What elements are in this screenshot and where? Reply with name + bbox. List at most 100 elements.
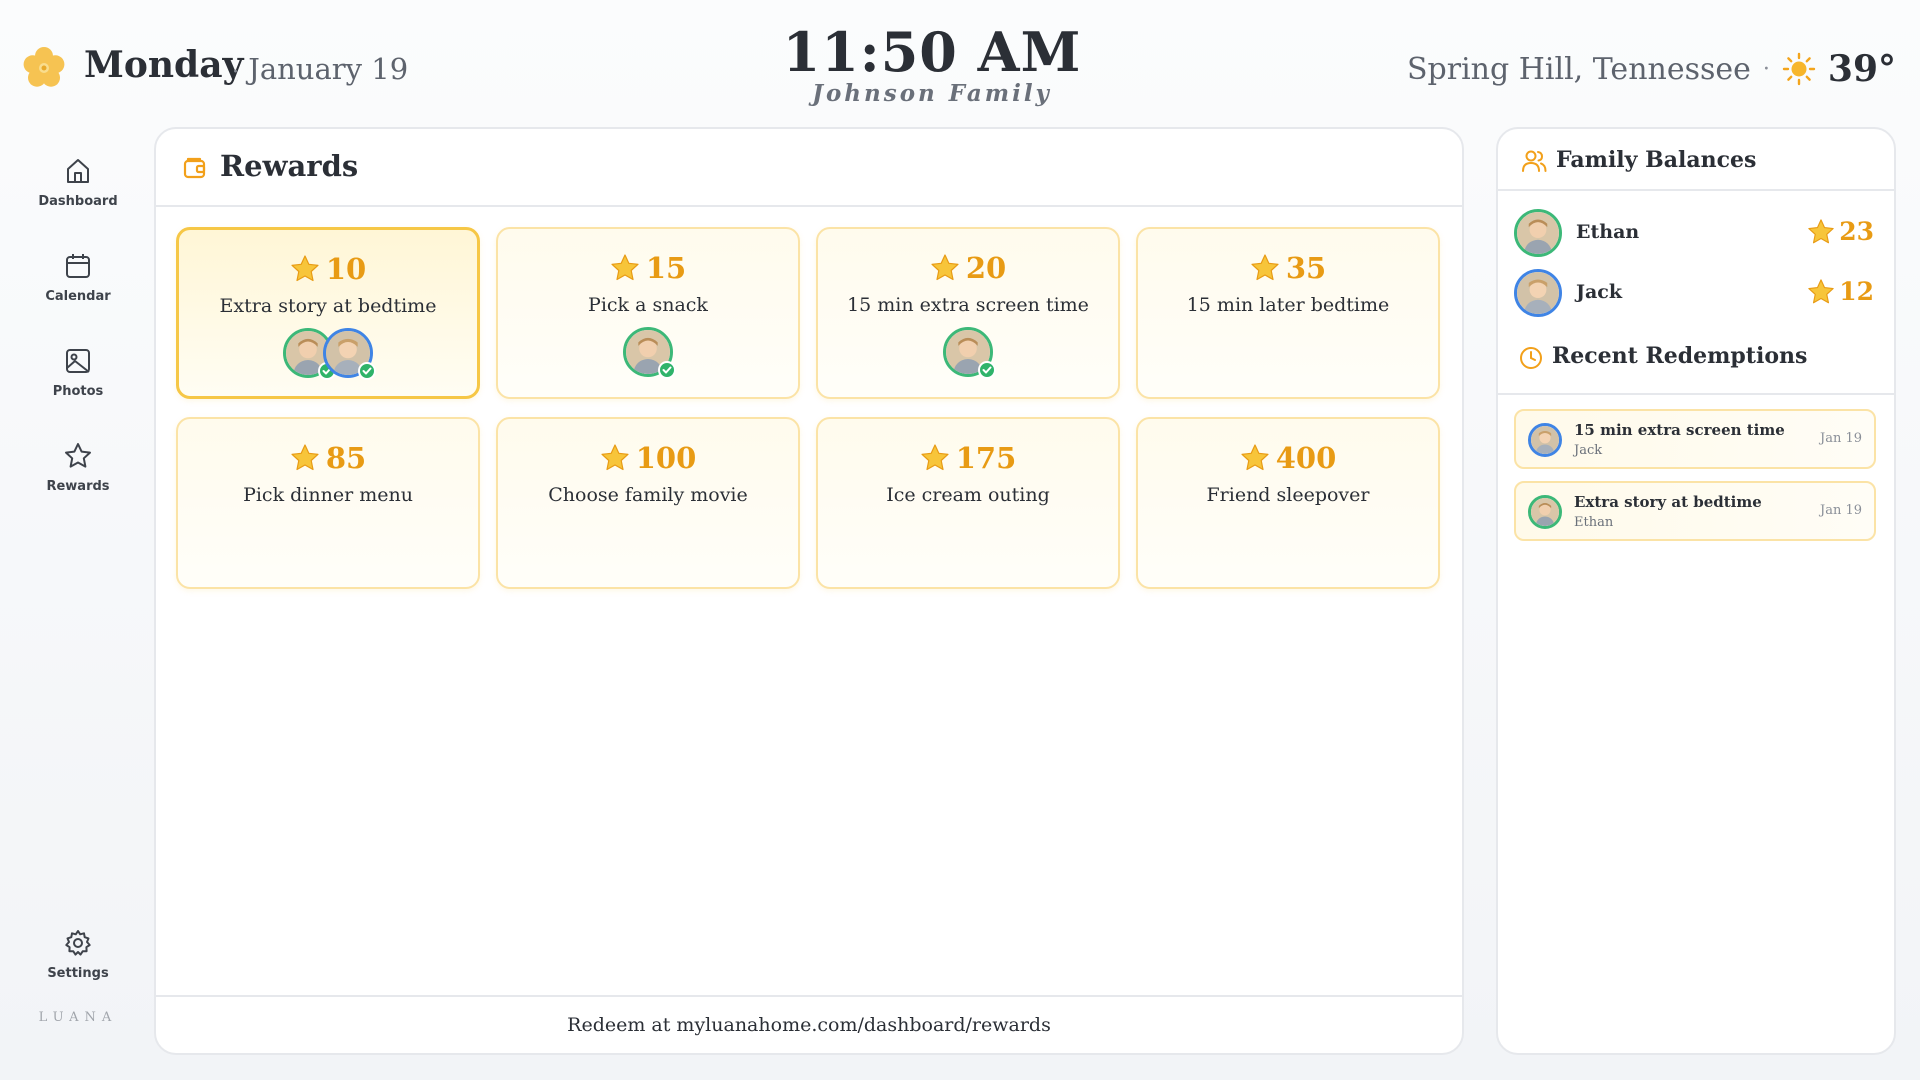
reward-title: Pick dinner menu: [243, 484, 413, 506]
nav-dashboard[interactable]: Dashboard: [0, 156, 156, 209]
star-icon: [65, 443, 91, 468]
balance-row-jack[interactable]: Jack 12: [1514, 269, 1874, 321]
reward-points: 10: [179, 252, 477, 286]
member-balance-value: 23: [1839, 217, 1874, 246]
avatar-ethan: [1528, 495, 1562, 529]
member-balance: 23: [1807, 217, 1874, 246]
redemption-item[interactable]: 15 min extra screen time Jack Jan 19: [1514, 409, 1876, 469]
star-icon: [1241, 444, 1269, 471]
avatar-ethan: [623, 327, 676, 379]
reward-points: 100: [498, 441, 798, 475]
nav-photos-label: Photos: [52, 384, 104, 399]
star-icon: [1808, 278, 1834, 303]
nav-photos[interactable]: Photos: [0, 346, 156, 399]
member-name: Ethan: [1576, 221, 1640, 243]
weather-widget: Spring Hill, Tennessee · 39°: [1407, 48, 1896, 90]
star-icon: [611, 254, 639, 281]
avatar-jack: [1514, 269, 1562, 317]
balance-row-ethan[interactable]: Ethan 23: [1514, 209, 1874, 261]
nav-calendar[interactable]: Calendar: [0, 251, 156, 304]
reward-points: 35: [1138, 251, 1438, 285]
wallet-icon: [183, 157, 206, 179]
nav-dashboard-label: Dashboard: [38, 194, 118, 209]
reward-points-value: 175: [955, 441, 1017, 475]
reward-points: 20: [818, 251, 1118, 285]
star-icon: [1251, 254, 1279, 281]
balances-panel: Family Balances Ethan 23 Jack 12 Recent …: [1496, 127, 1896, 1055]
redemption-reward: Extra story at bedtime: [1574, 493, 1762, 511]
reward-card[interactable]: 20 15 min extra screen time: [816, 227, 1120, 399]
reward-points-value: 85: [325, 441, 367, 475]
star-icon: [291, 444, 319, 471]
recent-header: Recent Redemptions: [1498, 339, 1894, 395]
calendar-icon: [66, 254, 90, 278]
reward-title: 15 min extra screen time: [847, 294, 1089, 316]
reward-points-value: 35: [1285, 251, 1327, 285]
brand-wordmark: LUANA: [38, 1010, 118, 1025]
reward-title: Friend sleepover: [1206, 484, 1370, 506]
clock-icon: [1520, 347, 1542, 369]
reward-card[interactable]: 15 Pick a snack: [496, 227, 800, 399]
redemption-date: Jan 19: [1819, 503, 1862, 518]
redemption-member: Jack: [1574, 443, 1603, 458]
check-icon: [978, 361, 996, 379]
child-avatar-icon: [1528, 495, 1562, 529]
avatar-ethan: [1514, 209, 1562, 257]
nav-settings-label: Settings: [47, 966, 109, 981]
redemption-item[interactable]: Extra story at bedtime Ethan Jan 19: [1514, 481, 1876, 541]
star-icon: [931, 254, 959, 281]
nav-settings[interactable]: Settings: [0, 928, 156, 981]
star-icon: [601, 444, 629, 471]
rewards-header: Rewards: [156, 129, 1462, 207]
redeemed-avatars: [179, 328, 477, 380]
star-icon: [291, 255, 319, 282]
nav-rewards[interactable]: Rewards: [0, 441, 156, 494]
reward-points: 85: [178, 441, 478, 475]
sun-icon: [1782, 52, 1816, 86]
reward-title: Choose family movie: [548, 484, 748, 506]
reward-card[interactable]: 10 Extra story at bedtime: [176, 227, 480, 399]
redemption-reward: 15 min extra screen time: [1574, 421, 1785, 439]
reward-card[interactable]: 35 15 min later bedtime: [1136, 227, 1440, 399]
redemption-date: Jan 19: [1819, 431, 1862, 446]
child-avatar-icon: [1514, 269, 1562, 317]
avatar-jack: [1528, 423, 1562, 457]
reward-points-value: 10: [325, 252, 367, 286]
image-icon: [66, 349, 90, 373]
redeem-url-footer: Redeem at myluanahome.com/dashboard/rewa…: [156, 995, 1462, 1053]
child-avatar-icon: [1514, 209, 1562, 257]
redeemed-avatars: [498, 327, 798, 379]
people-icon: [1522, 150, 1547, 172]
star-icon: [1808, 218, 1834, 243]
location-label: Spring Hill, Tennessee: [1406, 51, 1751, 87]
avatar-jack: [323, 328, 376, 380]
reward-card[interactable]: 85 Pick dinner menu: [176, 417, 480, 589]
reward-card[interactable]: 100 Choose family movie: [496, 417, 800, 589]
reward-points: 15: [498, 251, 798, 285]
rewards-grid: 10 Extra story at bedtime 15 Pick a snac…: [176, 227, 1442, 589]
rewards-panel: Rewards 10 Extra story at bedtime 15 Pic…: [154, 127, 1464, 1055]
home-icon: [67, 159, 89, 183]
reward-title: Extra story at bedtime: [219, 295, 437, 317]
reward-title: Ice cream outing: [886, 484, 1050, 506]
member-balance: 12: [1807, 277, 1874, 306]
member-balance-value: 12: [1839, 277, 1874, 306]
check-icon: [658, 361, 676, 379]
nav-rewards-label: Rewards: [46, 479, 110, 494]
reward-points-value: 400: [1275, 441, 1337, 475]
recent-title: Recent Redemptions: [1552, 343, 1808, 369]
reward-card[interactable]: 400 Friend sleepover: [1136, 417, 1440, 589]
reward-points-value: 20: [965, 251, 1007, 285]
reward-card[interactable]: 175 Ice cream outing: [816, 417, 1120, 589]
rewards-title: Rewards: [220, 149, 359, 183]
temperature: 39°: [1827, 48, 1896, 90]
star-icon: [921, 444, 949, 471]
reward-points: 400: [1138, 441, 1438, 475]
reward-points-value: 15: [645, 251, 687, 285]
gear-icon: [65, 930, 91, 956]
check-icon: [358, 362, 376, 380]
redeemed-avatars: [818, 327, 1118, 379]
sidebar-nav: Dashboard Calendar Photos Rewards Settin…: [0, 150, 156, 1050]
redemption-member: Ethan: [1574, 515, 1614, 530]
reward-points-value: 100: [635, 441, 697, 475]
